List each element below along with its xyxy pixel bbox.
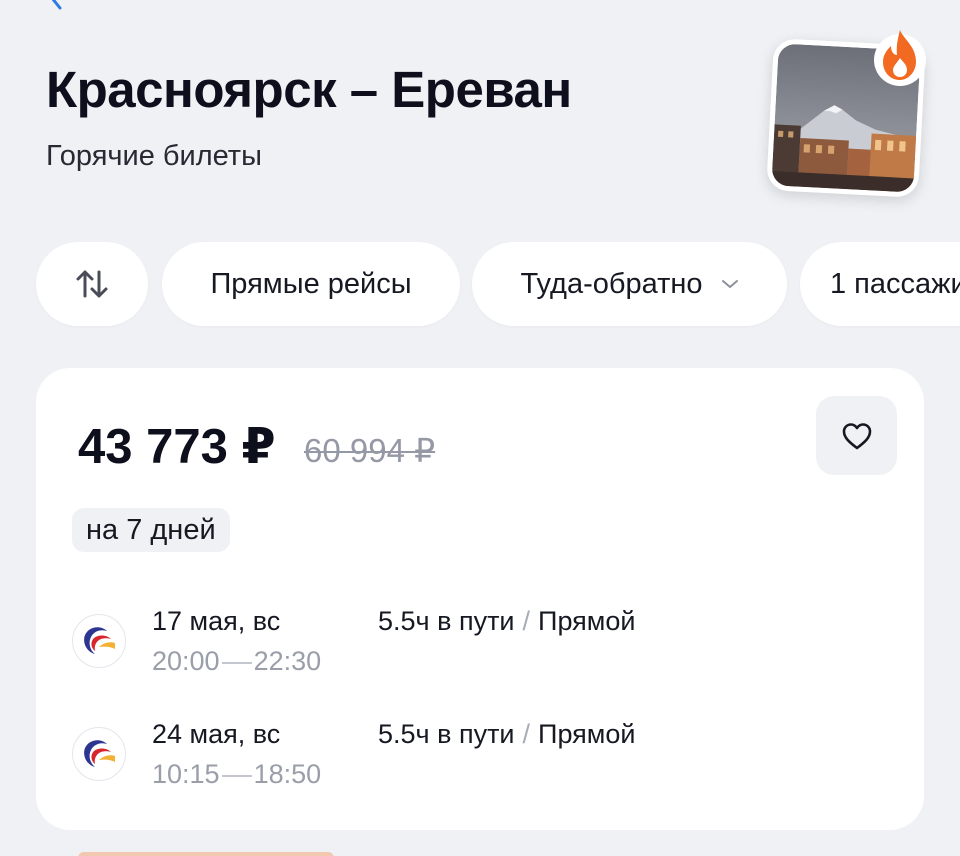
page-title: Красноярск – Ереван <box>46 61 572 118</box>
stops-type: Прямой <box>538 606 636 636</box>
fire-icon <box>874 30 926 86</box>
offer-card[interactable]: 43 773 ₽ 60 994 ₽ на 7 дней 17 мая, вс 2… <box>36 368 924 830</box>
departure-time: 20:00 <box>152 646 220 676</box>
segment-times: 10:15 18:50 <box>152 759 321 790</box>
separator: / <box>522 719 531 749</box>
arrival-time: 22:30 <box>253 646 322 676</box>
trip-type-label: Туда-обратно <box>520 267 703 300</box>
current-price: 43 773 ₽ <box>78 420 276 474</box>
time-dash <box>221 661 252 664</box>
departure-time: 10:15 <box>152 759 220 789</box>
segment-date: 17 мая, вс <box>152 606 281 636</box>
direct-flights-label: Прямые рейсы <box>210 267 412 300</box>
direct-flights-filter[interactable]: Прямые рейсы <box>162 242 460 326</box>
flight-segment: 24 мая, вс 10:15 18:50 5.5ч в пути / Прямой <box>72 719 892 799</box>
time-dash <box>221 774 252 777</box>
next-card-edge <box>78 852 334 856</box>
swap-direction-button[interactable] <box>36 242 148 326</box>
trip-duration-badge: на 7 дней <box>72 508 230 552</box>
old-price: 60 994 ₽ <box>304 432 436 469</box>
segment-duration: 5.5ч в пути / Прямой <box>378 719 635 750</box>
travel-time: 5.5ч в пути <box>378 719 515 749</box>
airline-logo <box>72 727 126 781</box>
favorite-button[interactable] <box>816 396 897 475</box>
heart-icon <box>842 422 871 449</box>
chevron-down-icon <box>721 280 738 288</box>
stops-type: Прямой <box>538 719 636 749</box>
airline-logo <box>72 614 126 668</box>
segment-times: 20:00 22:30 <box>152 646 321 677</box>
flight-segment: 17 мая, вс 20:00 22:30 5.5ч в пути / Прямой <box>72 606 892 686</box>
arrival-time: 18:50 <box>253 759 322 789</box>
travel-time: 5.5ч в пути <box>378 606 515 636</box>
separator: / <box>522 606 531 636</box>
segment-date: 24 мая, вс <box>152 719 281 749</box>
screen: Красноярск – Ереван Горячие билеты Прямы… <box>0 0 960 856</box>
passengers-filter[interactable]: 1 пассажир <box>800 242 960 326</box>
segment-duration: 5.5ч в пути / Прямой <box>378 606 635 637</box>
page-subtitle: Горячие билеты <box>46 140 262 172</box>
chevron-left-icon[interactable] <box>44 0 68 10</box>
swap-vertical-icon <box>76 270 108 298</box>
passengers-label: 1 пассажир <box>830 267 960 300</box>
trip-type-dropdown[interactable]: Туда-обратно <box>472 242 787 326</box>
